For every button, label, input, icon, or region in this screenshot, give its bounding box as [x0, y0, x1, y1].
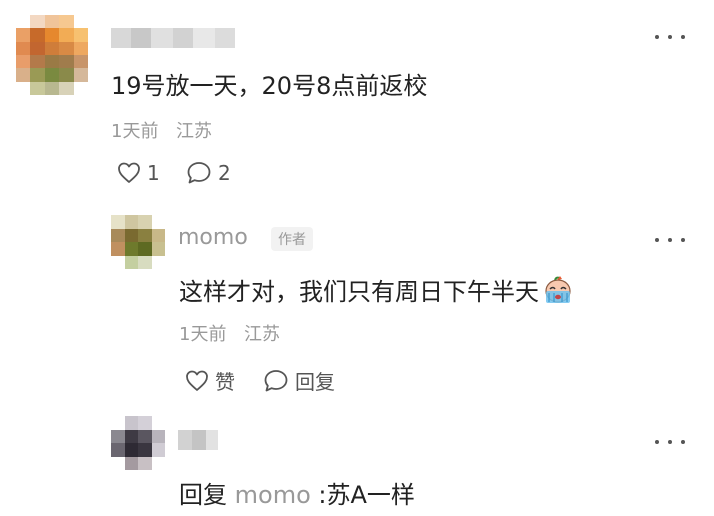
more-icon[interactable] [655, 27, 685, 47]
comment-bubble-icon [264, 369, 288, 391]
mention-separator: : [318, 481, 327, 509]
reply-username[interactable]: momo [178, 225, 248, 250]
more-icon[interactable] [655, 230, 685, 250]
like-count: 1 [147, 161, 160, 185]
username-blurred[interactable] [111, 28, 235, 48]
reply-button[interactable]: 回复 [263, 366, 335, 395]
heart-icon [118, 162, 140, 183]
reply-label: 回复 [295, 370, 335, 394]
comment-bubble-icon [187, 162, 211, 184]
author-badge: 作者 [271, 227, 313, 251]
reply-avatar[interactable] [111, 416, 165, 470]
heart-icon [186, 370, 208, 391]
reply-count: 2 [218, 161, 231, 185]
comment-location: 江苏 [176, 121, 212, 142]
reply2-prefix: 回复 [179, 481, 227, 509]
reply-text-content: 这样才对，我们只有周日下午半天 [179, 278, 539, 306]
crying-emoji-icon [545, 275, 571, 303]
mention-username[interactable]: momo [235, 481, 311, 509]
reply2-text: 回复 momo :苏A一样 [179, 475, 415, 510]
like-button[interactable]: 1 [117, 161, 160, 185]
reply-text: 这样才对，我们只有周日下午半天 [179, 272, 575, 307]
like-button[interactable]: 赞 [185, 366, 235, 395]
more-icon[interactable] [655, 432, 685, 452]
reply2-content: 苏A一样 [326, 481, 415, 509]
comment-time: 1天前 [111, 121, 159, 142]
avatar[interactable] [16, 15, 88, 95]
reply-time: 1天前 [179, 324, 227, 345]
reply-count-button[interactable]: 2 [186, 161, 231, 185]
reply-avatar[interactable] [111, 215, 165, 269]
comment-text: 19号放一天，20号8点前返校 [111, 72, 428, 100]
like-label: 赞 [215, 370, 235, 394]
reply-location: 江苏 [244, 324, 280, 345]
reply-username-blurred[interactable] [178, 430, 218, 450]
